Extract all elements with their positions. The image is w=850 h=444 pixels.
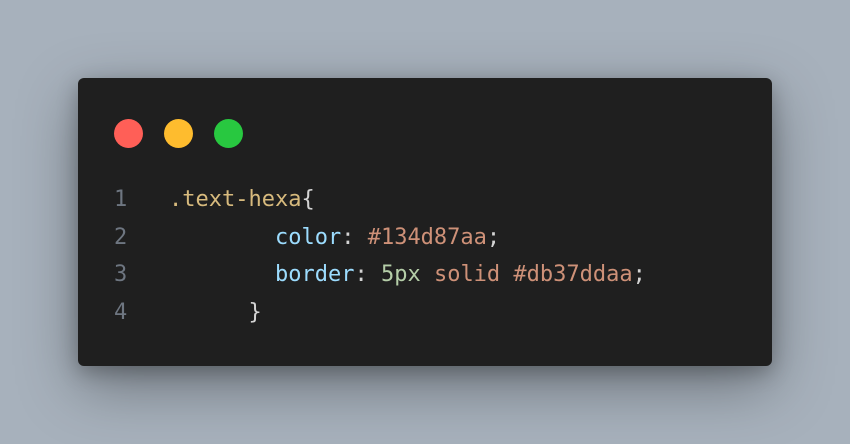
line-number: 1	[114, 187, 128, 212]
code-block: 1 .text-hexa{ 2 color: #134d87aa; 3 bord…	[114, 181, 646, 331]
code-line: 4 }	[114, 294, 646, 332]
minimize-dot[interactable]	[164, 119, 193, 148]
close-dot[interactable]	[114, 119, 143, 148]
code-line-content: .text-hexa{	[169, 181, 315, 219]
code-line-content: }	[169, 294, 262, 332]
code-line: 1 .text-hexa{	[114, 181, 646, 219]
css-value: solid #db37ddaa	[420, 262, 633, 287]
css-value: #134d87aa	[367, 224, 487, 250]
semicolon: ;	[632, 262, 646, 287]
close-brace: }	[248, 299, 262, 325]
maximize-dot[interactable]	[214, 119, 243, 148]
line-number: 3	[114, 262, 128, 287]
code-line: 3 border: 5px solid #db37ddaa;	[114, 256, 646, 294]
css-property: color	[274, 224, 342, 250]
css-selector: .text-hexa	[169, 187, 302, 212]
open-brace: {	[301, 187, 315, 212]
code-line-content: border: 5px solid #db37ddaa;	[169, 256, 646, 294]
colon: :	[341, 224, 368, 250]
semicolon: ;	[486, 224, 501, 250]
colon: :	[354, 262, 381, 287]
css-number-value: 5px	[380, 262, 421, 287]
code-line: 2 color: #134d87aa;	[114, 219, 646, 257]
line-number: 4	[114, 299, 128, 325]
code-window: 1 .text-hexa{ 2 color: #134d87aa; 3 bord…	[78, 78, 772, 366]
window-controls	[114, 119, 243, 148]
line-number: 2	[114, 224, 128, 250]
code-line-content: color: #134d87aa;	[169, 219, 500, 257]
css-property: border	[274, 262, 355, 287]
